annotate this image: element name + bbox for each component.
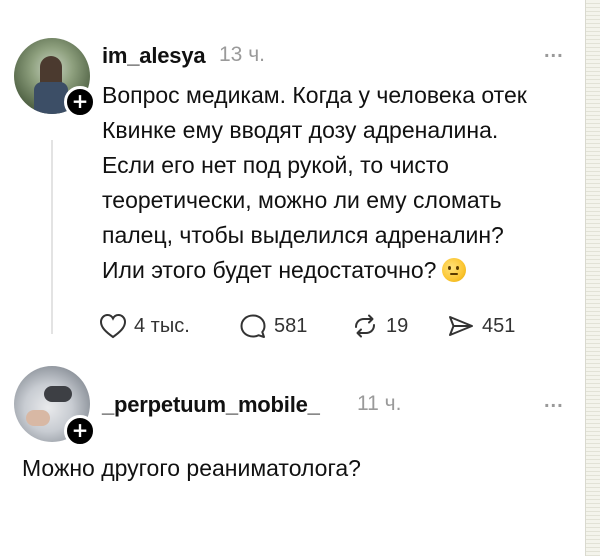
post-text-line: Или этого будет недостаточно? [102,257,437,283]
avatar-hand [26,410,50,426]
avatar-clothing [34,82,68,114]
reply-author-username[interactable]: _perpetuum_mobile_ [102,392,320,418]
post-text-line-last: Или этого будет недостаточно? [102,253,582,288]
post-body: Вопрос медикам. Когда у человека отек Кв… [102,78,582,288]
threads-screen: + im_alesya 13 ч. ... Вопрос медикам. Ко… [0,0,600,556]
follow-plus-icon[interactable]: + [64,86,96,118]
post-author-username[interactable]: im_alesya [102,43,206,69]
follow-plus-icon[interactable]: + [64,415,96,447]
like-button[interactable]: 4 тыс. [98,310,190,342]
repost-icon [355,314,375,338]
send-icon [449,316,473,336]
share-button[interactable]: 451 [446,310,515,342]
post-text-line: палец, чтобы выделился адреналин? [102,222,504,248]
like-count: 4 тыс. [134,314,190,337]
more-options-icon[interactable]: ... [544,390,564,413]
heart-icon [99,313,127,339]
reply-body: Можно другого реаниматолога? [22,455,361,481]
avatar-figure [44,386,72,402]
more-options-icon[interactable]: ... [544,40,564,63]
comment-icon [240,314,266,338]
post-action-bar: 4 тыс. 581 19 451 [98,310,558,342]
post-text-line: Квинке ему вводят дозу адреналина. [102,117,499,143]
thinking-face-icon [442,258,467,282]
post-timestamp: 13 ч. [219,43,265,66]
window-edge-strip [585,0,600,556]
comment-count: 581 [274,314,308,337]
post-text-line: теоретически, можно ли ему сломать [102,187,502,213]
thread-connector-line [51,140,53,334]
share-count: 451 [482,314,516,337]
post-text-line: Если его нет под рукой, то чисто [102,152,449,178]
repost-button[interactable]: 19 [350,310,408,342]
comment-button[interactable]: 581 [238,310,307,342]
post-text-line: Вопрос медикам. Когда у человека отек [102,82,527,108]
repost-count: 19 [386,314,409,337]
reply-timestamp: 11 ч. [357,392,402,415]
